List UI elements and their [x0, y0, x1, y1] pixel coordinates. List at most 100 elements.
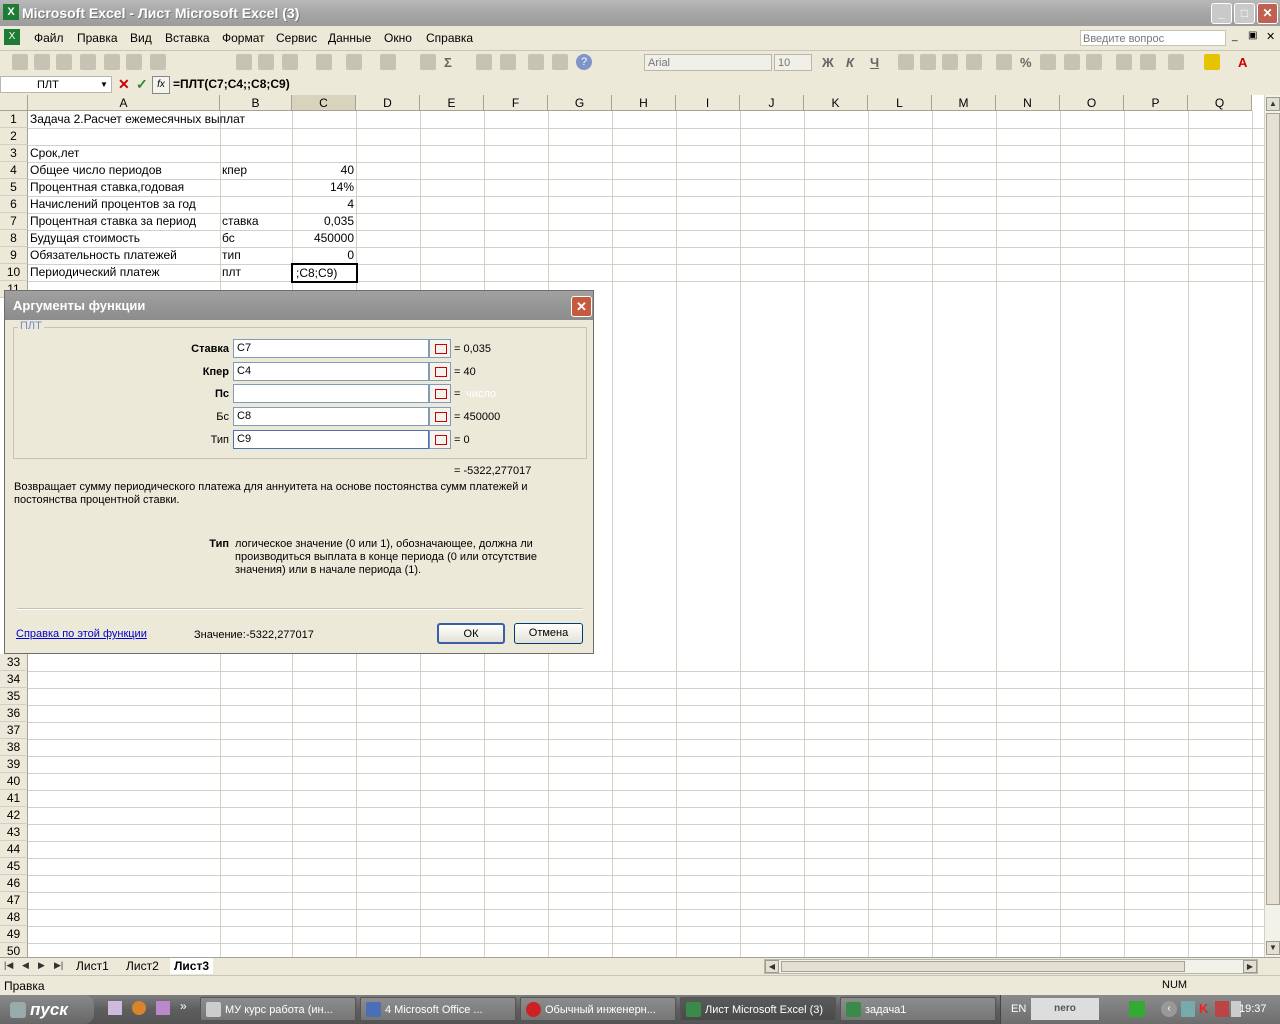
column-header[interactable]: I	[676, 95, 740, 111]
restore-workbook-button[interactable]: ▣	[1248, 30, 1257, 41]
bold-icon[interactable]: Ж	[822, 55, 834, 70]
prev-sheet-icon[interactable]: ◀	[22, 960, 29, 971]
spelling-icon[interactable]	[150, 54, 166, 70]
menu-data[interactable]: Данные	[328, 31, 371, 45]
minimize-workbook-button[interactable]: _	[1232, 31, 1238, 42]
permission-icon[interactable]	[80, 54, 96, 70]
row-header[interactable]: 37	[0, 722, 28, 739]
cell-b7[interactable]: ставка	[222, 213, 259, 230]
merge-center-icon[interactable]	[966, 54, 982, 70]
row-header[interactable]: 2	[0, 128, 28, 145]
row-header[interactable]: 6	[0, 196, 28, 213]
sort-descending-icon[interactable]	[500, 54, 516, 70]
vertical-scroll-thumb[interactable]	[1266, 113, 1280, 905]
decrease-decimal-icon[interactable]	[1086, 54, 1102, 70]
cell-c7[interactable]: 0,035	[292, 213, 354, 230]
firefox-icon[interactable]	[132, 1001, 146, 1015]
row-header[interactable]: 3	[0, 145, 28, 162]
font-name-select[interactable]: Arial	[644, 54, 772, 71]
cell-a7[interactable]: Процентная ставка за период	[30, 213, 196, 230]
cell-c6[interactable]: 4	[292, 196, 354, 213]
column-header-selected[interactable]: C	[292, 95, 356, 111]
maximize-button[interactable]: □	[1234, 3, 1255, 24]
cell-b4[interactable]: кпер	[222, 162, 247, 179]
minimize-button[interactable]: _	[1211, 3, 1232, 24]
sheet-tab-2[interactable]: Лист2	[122, 958, 163, 974]
name-box[interactable]: ПЛТ	[0, 76, 112, 93]
ask-question-input[interactable]: Введите вопрос	[1080, 30, 1226, 46]
column-header[interactable]: K	[804, 95, 868, 111]
percent-icon[interactable]: %	[1020, 55, 1032, 70]
horizontal-scrollbar[interactable]: ◀ ▶	[764, 959, 1258, 974]
taskbar-opera[interactable]: Обычный инженерн...	[520, 997, 676, 1021]
row-header[interactable]: 49	[0, 926, 28, 943]
chart-wizard-icon[interactable]	[528, 54, 544, 70]
font-size-select[interactable]: 10	[774, 54, 812, 71]
quicklaunch-icon-2[interactable]	[156, 1001, 170, 1015]
save-icon[interactable]	[56, 54, 72, 70]
print-icon[interactable]	[104, 54, 120, 70]
taskbar-excel-active[interactable]: Лист Microsoft Excel (3)	[680, 997, 836, 1021]
cell-a4[interactable]: Общее число периодов	[30, 162, 162, 179]
decrease-indent-icon[interactable]	[1116, 54, 1132, 70]
close-workbook-button[interactable]: ✕	[1266, 30, 1275, 43]
row-header[interactable]: 36	[0, 705, 28, 722]
more-quicklaunch-icon[interactable]: »	[180, 999, 187, 1013]
print-preview-icon[interactable]	[126, 54, 142, 70]
cell-a5[interactable]: Процентная ставка,годовая	[30, 179, 184, 196]
column-header[interactable]: G	[548, 95, 612, 111]
increase-indent-icon[interactable]	[1140, 54, 1156, 70]
help-icon[interactable]: ?	[576, 54, 592, 70]
row-header[interactable]: 46	[0, 875, 28, 892]
new-icon[interactable]	[12, 54, 28, 70]
row-header[interactable]: 35	[0, 688, 28, 705]
align-center-icon[interactable]	[920, 54, 936, 70]
borders-icon[interactable]	[1168, 54, 1184, 70]
sheet-tab-3-active[interactable]: Лист3	[170, 958, 214, 974]
ok-button[interactable]: ОК	[437, 623, 505, 644]
increase-decimal-icon[interactable]	[1064, 54, 1080, 70]
row-header[interactable]: 9	[0, 247, 28, 264]
arg-input-type[interactable]: C9	[233, 430, 429, 449]
menu-tools[interactable]: Сервис	[276, 31, 317, 45]
row-header[interactable]: 4	[0, 162, 28, 179]
menu-insert[interactable]: Вставка	[165, 31, 210, 45]
column-header[interactable]: A	[28, 95, 220, 111]
row-header[interactable]: 7	[0, 213, 28, 230]
active-cell-c10[interactable]: ;C8;C9)	[291, 263, 358, 283]
cell-c9[interactable]: 0	[292, 247, 354, 264]
column-header[interactable]: J	[740, 95, 804, 111]
cell-c5[interactable]: 14%	[292, 179, 354, 196]
function-help-link[interactable]: Справка по этой функции	[16, 628, 147, 640]
column-header[interactable]: D	[356, 95, 420, 111]
column-header[interactable]: P	[1124, 95, 1188, 111]
menu-help[interactable]: Справка	[426, 31, 473, 45]
column-header[interactable]: O	[1060, 95, 1124, 111]
collapse-dialog-icon[interactable]	[429, 339, 451, 358]
excel-app-icon[interactable]: X	[3, 4, 19, 20]
language-indicator[interactable]: EN	[1011, 1003, 1026, 1015]
select-all-corner[interactable]	[0, 95, 28, 111]
collapse-dialog-icon[interactable]	[429, 384, 451, 403]
arg-input-rate[interactable]: C7	[233, 339, 429, 358]
last-sheet-icon[interactable]: ▶|	[54, 960, 63, 971]
row-header[interactable]: 50	[0, 943, 28, 957]
paste-icon[interactable]	[282, 54, 298, 70]
cell-a6[interactable]: Начислений процентов за год	[30, 196, 196, 213]
sheet-tab-1[interactable]: Лист1	[72, 958, 113, 974]
row-header[interactable]: 38	[0, 739, 28, 756]
close-window-button[interactable]: ✕	[1257, 3, 1278, 24]
first-sheet-icon[interactable]: |◀	[4, 960, 13, 971]
column-header[interactable]: N	[996, 95, 1060, 111]
scroll-right-button[interactable]: ▶	[1243, 960, 1257, 973]
row-header[interactable]: 10	[0, 264, 28, 281]
name-box-dropdown-icon[interactable]: ▼	[100, 80, 108, 89]
hyperlink-icon[interactable]	[420, 54, 436, 70]
tray-network-icon[interactable]	[1181, 1001, 1195, 1017]
collapse-dialog-icon[interactable]	[429, 430, 451, 449]
tray-red-icon[interactable]	[1215, 1001, 1229, 1017]
scroll-down-button[interactable]: ▼	[1266, 941, 1280, 955]
tray-k-icon[interactable]: K	[1199, 1001, 1208, 1016]
column-header[interactable]: F	[484, 95, 548, 111]
row-header[interactable]: 47	[0, 892, 28, 909]
